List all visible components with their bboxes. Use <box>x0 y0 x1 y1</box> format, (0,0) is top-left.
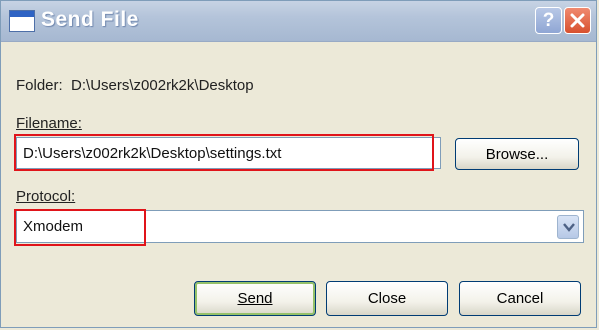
protocol-selected-value: Xmodem <box>23 218 84 235</box>
help-button[interactable]: ? <box>535 7 562 34</box>
filename-label: Filename: <box>16 115 82 132</box>
dropdown-arrow[interactable] <box>557 215 579 239</box>
browse-button[interactable]: Browse... <box>455 138 579 170</box>
filename-input[interactable]: D:\Users\z002rk2k\Desktop\settings.txt <box>16 137 441 169</box>
close-window-button[interactable] <box>564 7 591 34</box>
send-file-dialog: Send File ? Folder: D:\Users\z002rk2k\De… <box>0 0 597 328</box>
send-button[interactable]: Send <box>194 281 316 316</box>
chevron-down-icon <box>563 223 575 232</box>
folder-value: D:\Users\z002rk2k\Desktop <box>71 77 254 94</box>
folder-label: Folder: D:\Users\z002rk2k\Desktop <box>16 77 254 94</box>
window-icon <box>9 10 35 32</box>
title-bar[interactable]: Send File ? <box>1 1 596 42</box>
protocol-label: Protocol: <box>16 188 76 205</box>
window-title: Send File <box>41 8 139 31</box>
close-button[interactable]: Close <box>326 281 448 316</box>
cancel-button[interactable]: Cancel <box>459 281 581 316</box>
protocol-select[interactable]: Xmodem <box>16 210 584 243</box>
dialog-body: Folder: D:\Users\z002rk2k\Desktop Filena… <box>1 42 596 327</box>
close-icon <box>570 13 585 28</box>
filename-value: D:\Users\z002rk2k\Desktop\settings.txt <box>23 144 282 162</box>
